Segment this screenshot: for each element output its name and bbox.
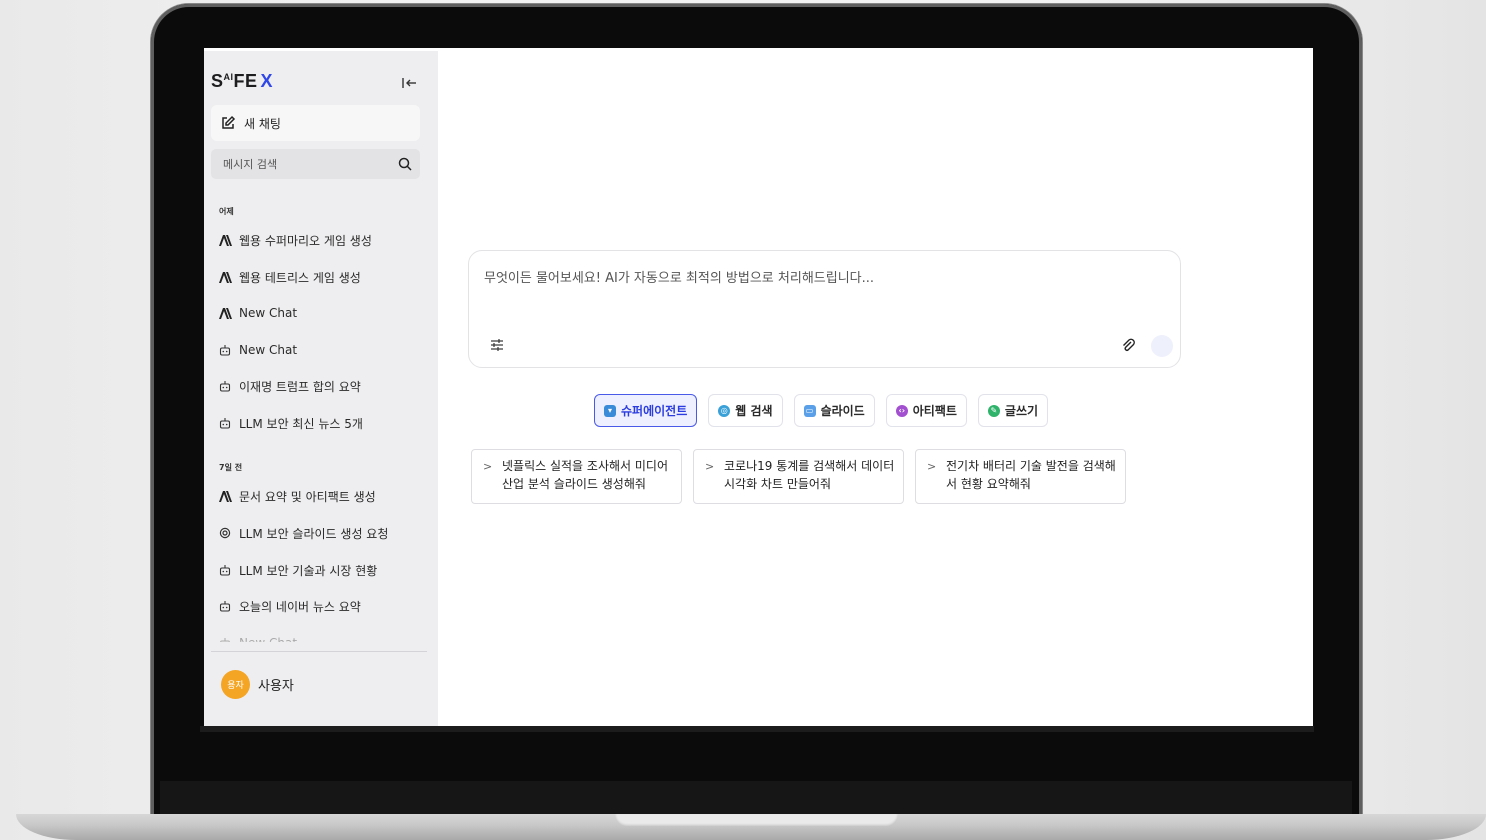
- edit-icon: [222, 115, 236, 129]
- suggestion-list: > 넷플릭스 실적을 조사해서 미디어 산업 분석 슬라이드 생성해줘 > 코로…: [471, 449, 1126, 504]
- collapse-left-icon: [402, 78, 416, 88]
- chat-item-label: New Chat: [239, 636, 298, 650]
- slide-icon: ▭: [803, 404, 816, 417]
- chat-item-label: 오늘의 네이버 뉴스 요약: [239, 599, 361, 614]
- mode-label: 웹 검색: [735, 404, 773, 418]
- agent-icon: [218, 233, 232, 247]
- chat-item-label: 웹용 수퍼마리오 게임 생성: [239, 233, 372, 248]
- app-screen: S AI FE X 새 채팅 메시지 검색 어제 웹용 수퍼마리오 게임 생성 웹용 …: [204, 48, 1313, 726]
- new-chat-label: 새 채팅: [244, 116, 281, 131]
- mode-writing[interactable]: ✎ 글쓰기: [977, 394, 1049, 427]
- sidebar-divider: [211, 651, 427, 652]
- mode-artifact[interactable]: ‹› 아티팩트: [885, 394, 967, 427]
- chat-item-label: New Chat: [239, 306, 298, 320]
- agent-icon: [218, 270, 232, 284]
- chat-item[interactable]: 웹용 테트리스 게임 생성: [218, 266, 418, 288]
- bot-icon: [218, 599, 232, 613]
- agent-icon: [218, 306, 232, 320]
- mode-label: 아티팩트: [912, 404, 957, 418]
- chat-item[interactable]: 웹용 수퍼마리오 게임 생성: [218, 229, 418, 251]
- chat-item[interactable]: LLM 보안 슬라이드 생성 요청: [218, 522, 418, 544]
- chat-item-label: 문서 요약 및 아티팩트 생성: [239, 489, 376, 504]
- bot-icon: [218, 343, 232, 357]
- user-profile[interactable]: 용자 사용자: [221, 669, 294, 699]
- chat-item-label: New Chat: [239, 343, 298, 357]
- chat-item[interactable]: LLM 보안 최신 뉴스 5개: [218, 412, 418, 434]
- new-chat-button[interactable]: 새 채팅: [211, 105, 420, 141]
- section-label-yesterday: 어제: [219, 207, 234, 216]
- bot-icon: [218, 636, 232, 642]
- globe-icon: ◎: [718, 404, 731, 417]
- mode-label: 슈퍼에이전트: [621, 404, 688, 418]
- write-icon: ✎: [987, 404, 1000, 417]
- suggestion-text: 코로나19 통계를 검색해서 데이터 시각화 차트 만들어줘: [724, 459, 895, 491]
- chat-composer[interactable]: 무엇이든 물어보세요! AI가 자동으로 최적의 방법으로 처리해드립니다...: [468, 250, 1181, 368]
- chevron-right-icon: >: [705, 460, 715, 473]
- suggestion-text: 넷플릭스 실적을 조사해서 미디어 산업 분석 슬라이드 생성해줘: [502, 459, 669, 491]
- search-placeholder: 메시지 검색: [223, 158, 278, 171]
- chat-item-label: 웹용 테트리스 게임 생성: [239, 270, 361, 285]
- chat-item[interactable]: New Chat: [218, 339, 418, 361]
- chat-item-label: LLM 보안 기술과 시장 현황: [239, 563, 378, 578]
- chat-item[interactable]: 이재명 트럼프 합의 요약: [218, 375, 418, 397]
- chat-item-label: 이재명 트럼프 합의 요약: [239, 379, 361, 394]
- code-icon: ‹›: [895, 404, 908, 417]
- chevron-right-icon: >: [483, 460, 493, 473]
- suggestion-card[interactable]: > 코로나19 통계를 검색해서 데이터 시각화 차트 만들어줘: [693, 449, 904, 504]
- chevron-right-icon: >: [927, 460, 937, 473]
- logo-text-mid: FE: [233, 71, 258, 91]
- bot-icon: [218, 563, 232, 577]
- mode-selector: ▾ 슈퍼에이전트 ◎ 웹 검색 ▭ 슬라이드 ‹› 아티팩트 ✎ 글쓰기: [594, 394, 1049, 427]
- screen-edge: [200, 726, 1314, 732]
- mode-label: 슬라이드: [820, 404, 865, 418]
- logo: S AI FE X: [211, 71, 273, 95]
- bot-icon: [218, 416, 232, 430]
- openai-icon: [218, 526, 232, 540]
- avatar: 용자: [221, 669, 250, 699]
- suggestion-card[interactable]: > 넷플릭스 실적을 조사해서 미디어 산업 분석 슬라이드 생성해줘: [471, 449, 682, 504]
- agent-bowl-icon: ▾: [604, 404, 616, 417]
- collapse-sidebar-button[interactable]: [398, 73, 420, 93]
- logo-x: X: [260, 71, 274, 91]
- sidebar: S AI FE X 새 채팅 메시지 검색 어제 웹용 수퍼마리오 게임 생성 웹용 …: [204, 51, 438, 726]
- chat-item[interactable]: 오늘의 네이버 뉴스 요약: [218, 595, 418, 617]
- chat-item-label: LLM 보안 최신 뉴스 5개: [239, 416, 363, 431]
- message-search-input[interactable]: 메시지 검색: [211, 149, 420, 179]
- suggestion-text: 전기차 배터리 기술 발전을 검색해서 현황 요약해줘: [946, 459, 1116, 491]
- agent-icon: [218, 489, 232, 503]
- mode-super-agent[interactable]: ▾ 슈퍼에이전트: [594, 394, 698, 427]
- user-name: 사용자: [258, 678, 294, 694]
- search-icon[interactable]: [398, 157, 412, 171]
- bot-icon: [218, 379, 232, 393]
- laptop-notch: [615, 814, 898, 826]
- chat-item[interactable]: 문서 요약 및 아티팩트 생성: [218, 485, 418, 507]
- mode-label: 글쓰기: [1004, 404, 1039, 418]
- chat-item-label: LLM 보안 슬라이드 생성 요청: [239, 526, 389, 541]
- mode-web-search[interactable]: ◎ 웹 검색: [708, 394, 783, 427]
- chat-item[interactable]: New Chat: [218, 302, 418, 324]
- composer-input[interactable]: 무엇이든 물어보세요! AI가 자동으로 최적의 방법으로 처리해드립니다...: [484, 267, 874, 286]
- logo-text: S: [211, 71, 224, 91]
- chat-item[interactable]: LLM 보안 기술과 시장 현황: [218, 559, 418, 581]
- mode-slide[interactable]: ▭ 슬라이드: [793, 394, 875, 427]
- logo-sup: AI: [223, 72, 234, 82]
- attach-icon[interactable]: [1120, 337, 1136, 353]
- settings-sliders-icon[interactable]: [489, 337, 505, 353]
- section-label-7days: 7일 전: [219, 463, 243, 472]
- suggestion-card[interactable]: > 전기차 배터리 기술 발전을 검색해서 현황 요약해줘: [915, 449, 1126, 504]
- send-button[interactable]: [1151, 335, 1173, 357]
